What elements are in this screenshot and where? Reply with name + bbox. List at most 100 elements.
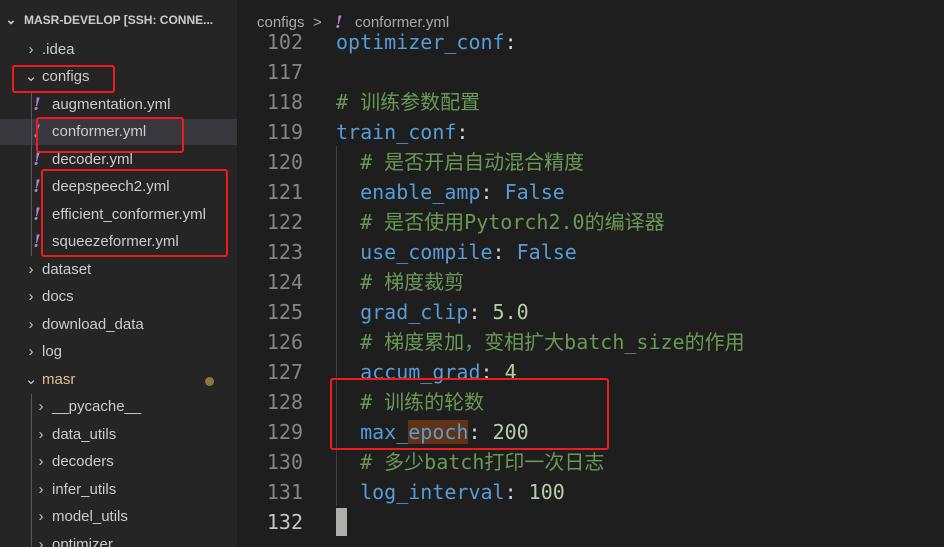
explorer-root-header[interactable]: ⌄ MASR-DEVELOP [SSH: CONNE... bbox=[0, 9, 237, 31]
chevron-down-icon: ⌄ bbox=[5, 12, 17, 27]
line-number: 131 bbox=[266, 480, 303, 504]
tree-item-label: log bbox=[42, 343, 63, 360]
line-number: 124 bbox=[266, 270, 303, 294]
tree-folder[interactable]: › __pycache__ bbox=[0, 394, 237, 420]
line-number: 125 bbox=[266, 300, 303, 324]
line-number: 121 bbox=[266, 180, 303, 204]
tree-folder[interactable]: › log bbox=[0, 339, 237, 365]
code-line[interactable]: 117 bbox=[237, 57, 944, 87]
line-number: 118 bbox=[266, 90, 303, 114]
chevron-right-icon: › bbox=[38, 398, 44, 415]
code-line[interactable]: 125 grad_clip: 5.0 bbox=[237, 297, 944, 327]
tree-item-label: .idea bbox=[42, 41, 75, 58]
tree-file[interactable]: ! augmentation.yml bbox=[0, 92, 237, 118]
tree-folder[interactable]: › docs bbox=[0, 284, 237, 310]
code-token: log_interval bbox=[336, 480, 505, 504]
chevron-right-icon: › bbox=[28, 343, 34, 360]
line-source: # 是否开启自动混合精度 bbox=[336, 147, 584, 177]
tree-item-label: optimizer bbox=[52, 536, 113, 547]
tree-folder[interactable]: › model_utils bbox=[0, 504, 237, 530]
code-token: optimizer_conf bbox=[336, 30, 505, 54]
code-token: : bbox=[504, 30, 517, 54]
tree-folder[interactable]: › optimizer bbox=[0, 532, 237, 547]
line-number: 120 bbox=[266, 150, 303, 174]
line-number: 132 bbox=[266, 510, 303, 534]
annotation-box-other-configs bbox=[41, 169, 228, 257]
tree-folder[interactable]: › infer_utils bbox=[0, 477, 237, 503]
editor-pane[interactable]: configs > ! conformer.yml 102 optimizer_c… bbox=[237, 0, 944, 547]
tree-item-label: dataset bbox=[42, 261, 92, 278]
line-source: # 梯度裁剪 bbox=[336, 267, 464, 297]
chevron-right-icon: › bbox=[38, 426, 44, 443]
tree-folder[interactable]: › .idea bbox=[0, 37, 237, 63]
tree-item-label: augmentation.yml bbox=[52, 96, 171, 113]
line-source: use_compile: False bbox=[336, 237, 577, 267]
tree-item-label: masr bbox=[42, 371, 76, 388]
tree-folder[interactable]: › dataset bbox=[0, 257, 237, 283]
tree-folder[interactable]: › data_utils bbox=[0, 422, 237, 448]
workspace-title: MASR-DEVELOP [SSH: CONNE... bbox=[24, 13, 214, 27]
chevron-right-icon: › bbox=[28, 41, 34, 58]
tree-folder[interactable]: ⌄ masr bbox=[0, 367, 237, 393]
code-line[interactable]: 124 # 梯度裁剪 bbox=[237, 267, 944, 297]
chevron-right-icon: › bbox=[38, 481, 44, 498]
tree-folder[interactable]: › decoders bbox=[0, 449, 237, 475]
line-source: # 梯度累加，变相扩大batch_size的作用 bbox=[336, 327, 745, 357]
code-token: 100 bbox=[528, 480, 565, 504]
line-number: 129 bbox=[266, 420, 303, 444]
line-number: 130 bbox=[266, 450, 303, 474]
chevron-right-icon: › bbox=[28, 288, 34, 305]
code-token: # 训练参数配置 bbox=[336, 90, 481, 114]
line-source: # 是否使用Pytorch2.0的编译器 bbox=[336, 207, 665, 237]
line-source: optimizer_conf: bbox=[336, 27, 517, 57]
code-line[interactable]: 121 enable_amp: False bbox=[237, 177, 944, 207]
line-number: 123 bbox=[266, 240, 303, 264]
code-token: # 是否开启自动混合精度 bbox=[336, 150, 585, 174]
code-token: # 梯度裁剪 bbox=[336, 270, 465, 294]
code-line[interactable]: 119 train_conf: bbox=[237, 117, 944, 147]
tree-indent-guide bbox=[31, 92, 32, 256]
tree-item-label: infer_utils bbox=[52, 481, 117, 498]
code-line[interactable]: 130 # 多少batch打印一次日志 bbox=[237, 447, 944, 477]
code-token: enable_amp bbox=[336, 180, 481, 204]
code-token: train_conf bbox=[336, 120, 457, 144]
code-token: : bbox=[492, 240, 517, 264]
code-token: : bbox=[504, 480, 529, 504]
tree-item-label: decoders bbox=[52, 453, 114, 470]
code-token: use_compile bbox=[336, 240, 493, 264]
line-number: 102 bbox=[266, 30, 303, 54]
code-line[interactable]: 120 # 是否开启自动混合精度 bbox=[237, 147, 944, 177]
chevron-right-icon: › bbox=[28, 316, 34, 333]
chevron-right-icon: › bbox=[38, 508, 44, 525]
line-source: log_interval: 100 bbox=[336, 477, 565, 507]
tree-item-label: download_data bbox=[42, 316, 144, 333]
modified-dot-icon bbox=[205, 377, 214, 386]
annotation-box-max-epoch bbox=[330, 378, 609, 450]
code-token: # 多少batch打印一次日志 bbox=[336, 450, 605, 474]
code-line[interactable]: 122 # 是否使用Pytorch2.0的编译器 bbox=[237, 207, 944, 237]
code-token: grad_clip bbox=[336, 300, 469, 324]
code-token: # 梯度累加，变相扩大batch_size的作用 bbox=[336, 330, 745, 354]
code-token: : bbox=[480, 180, 505, 204]
line-source: grad_clip: 5.0 bbox=[336, 297, 529, 327]
line-source: # 训练参数配置 bbox=[336, 87, 480, 117]
line-number: 122 bbox=[266, 210, 303, 234]
chevron-right-icon: › bbox=[28, 261, 34, 278]
code-line[interactable]: 118 # 训练参数配置 bbox=[237, 87, 944, 117]
line-number: 119 bbox=[266, 120, 303, 144]
line-source: # 多少batch打印一次日志 bbox=[336, 447, 604, 477]
line-number: 117 bbox=[266, 60, 303, 84]
code-token: False bbox=[516, 240, 577, 264]
tree-folder[interactable]: › download_data bbox=[0, 312, 237, 338]
code-line[interactable]: 131 log_interval: 100 bbox=[237, 477, 944, 507]
line-number: 127 bbox=[266, 360, 303, 384]
code-token: False bbox=[504, 180, 565, 204]
code-line[interactable]: 123 use_compile: False bbox=[237, 237, 944, 267]
line-number: 128 bbox=[266, 390, 303, 414]
code-token: 5.0 bbox=[492, 300, 529, 324]
code-line[interactable]: 126 # 梯度累加，变相扩大batch_size的作用 bbox=[237, 327, 944, 357]
line-source: enable_amp: False bbox=[336, 177, 565, 207]
line-number: 126 bbox=[266, 330, 303, 354]
code-line[interactable]: 102 optimizer_conf: bbox=[237, 27, 944, 57]
code-token: : bbox=[468, 300, 493, 324]
